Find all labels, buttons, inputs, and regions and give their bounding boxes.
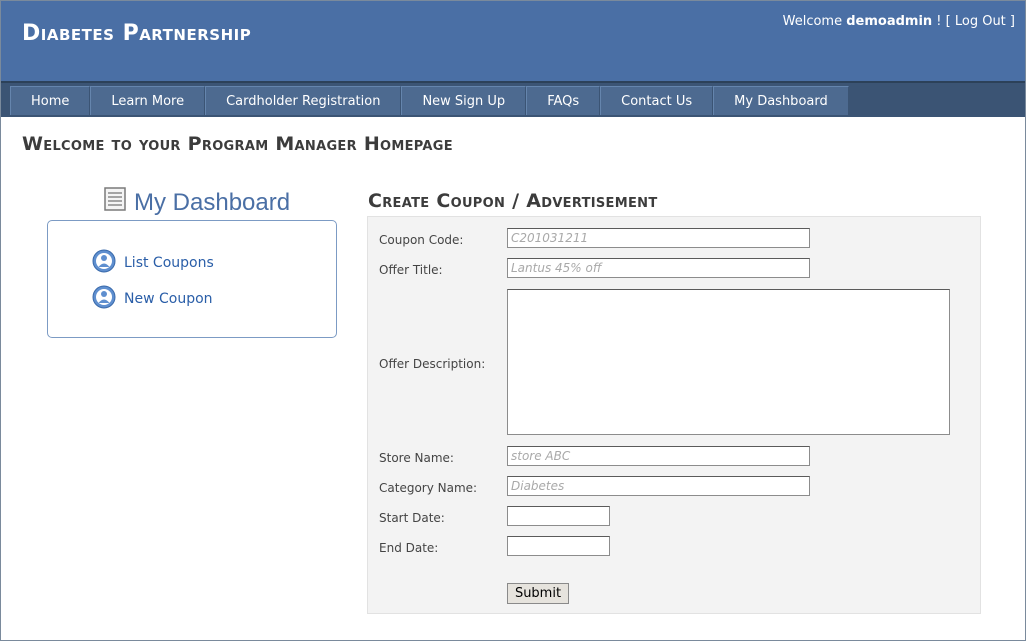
dashboard-heading-label: My Dashboard [134, 188, 291, 216]
submit-button[interactable]: Submit [507, 583, 569, 604]
welcome-suffix: ] [1005, 14, 1015, 29]
nav-item-cardholder-registration[interactable]: Cardholder Registration [205, 86, 402, 115]
user-icon [92, 285, 116, 313]
nav-item-home[interactable]: Home [10, 86, 91, 115]
coupon-code-label: Coupon Code: [379, 233, 464, 247]
end-date-label: End Date: [379, 541, 439, 555]
nav-item-new-sign-up[interactable]: New Sign Up [401, 86, 527, 115]
list-coupons-link[interactable]: List Coupons [92, 249, 214, 277]
logout-link[interactable]: Log Out [955, 14, 1006, 29]
start-date-label: Start Date: [379, 511, 445, 525]
category-name-label: Category Name: [379, 481, 478, 495]
document-icon [104, 187, 126, 218]
dashboard-panel: List Coupons New Coupon [47, 220, 337, 338]
store-name-label: Store Name: [379, 451, 454, 465]
username: demoadmin [846, 14, 933, 29]
offer-description-textarea[interactable] [507, 289, 950, 435]
store-name-input[interactable] [507, 446, 810, 466]
site-header: Diabetes Partnership Welcome demoadmin !… [1, 1, 1025, 81]
category-name-input[interactable] [507, 476, 810, 496]
page-title: Welcome to your Program Manager Homepage [22, 133, 453, 155]
welcome-message: Welcome demoadmin ! [ Log Out ] [783, 14, 1015, 29]
new-coupon-link[interactable]: New Coupon [92, 285, 213, 313]
start-date-input[interactable] [507, 506, 610, 526]
dashboard-heading: My Dashboard [104, 187, 290, 218]
end-date-input[interactable] [507, 536, 610, 556]
nav-item-my-dashboard[interactable]: My Dashboard [713, 86, 849, 115]
list-coupons-label: List Coupons [124, 255, 214, 271]
welcome-prefix: Welcome [782, 14, 847, 29]
offer-description-label: Offer Description: [379, 357, 486, 371]
coupon-code-input[interactable] [507, 228, 810, 248]
coupon-form: Coupon Code: Offer Title: Offer Descript… [367, 216, 981, 614]
offer-title-label: Offer Title: [379, 263, 443, 277]
offer-title-input[interactable] [507, 258, 810, 278]
user-icon [92, 249, 116, 277]
nav-item-learn-more[interactable]: Learn More [90, 86, 206, 115]
welcome-separator: ! [ [932, 14, 955, 29]
site-title: Diabetes Partnership [22, 21, 252, 46]
main-nav: Home Learn More Cardholder Registration … [1, 81, 1025, 117]
nav-item-faqs[interactable]: FAQs [526, 86, 601, 115]
new-coupon-label: New Coupon [124, 291, 213, 307]
form-title: Create Coupon / Advertisement [368, 190, 658, 212]
nav-item-contact-us[interactable]: Contact Us [600, 86, 714, 115]
